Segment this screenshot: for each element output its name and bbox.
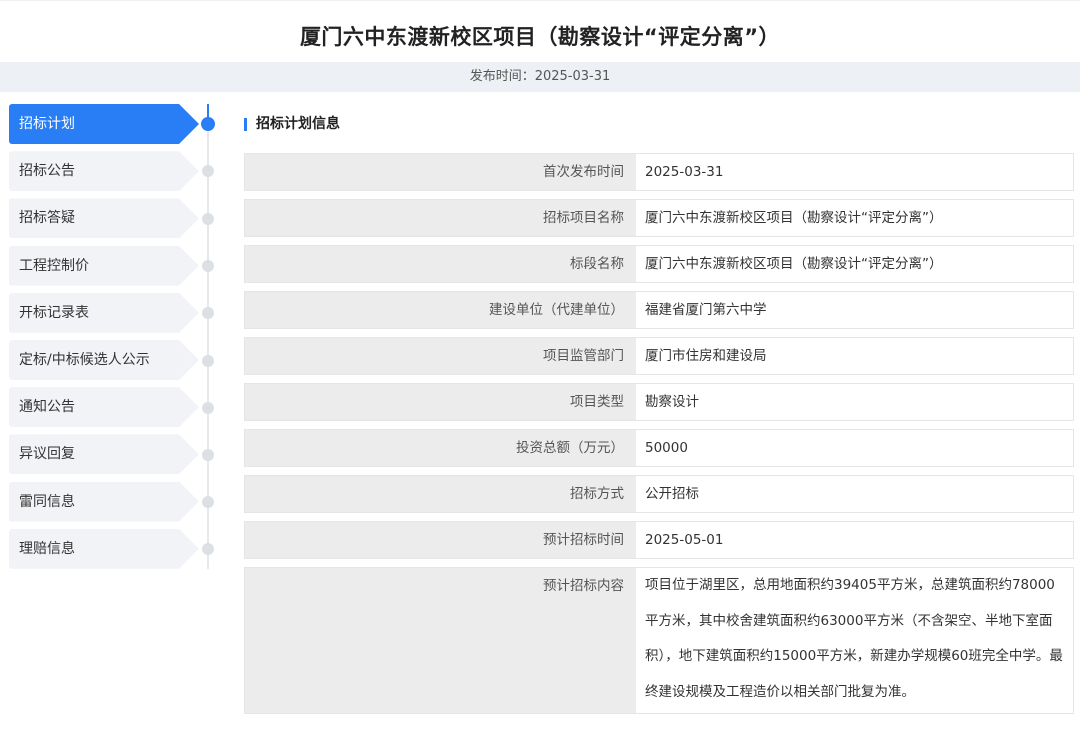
info-value: 厦门六中东渡新校区项目（勘察设计“评定分离”） xyxy=(636,200,1073,236)
timeline-dot-active xyxy=(201,117,215,131)
timeline-dot xyxy=(202,260,214,272)
info-value: 公开招标 xyxy=(636,476,1073,512)
info-value: 厦门六中东渡新校区项目（勘察设计“评定分离”） xyxy=(636,246,1073,282)
sidebar-item-claim-info[interactable]: 理赔信息 xyxy=(9,528,199,569)
info-key: 项目监管部门 xyxy=(245,338,636,374)
sidebar-item-similarity-info[interactable]: 雷同信息 xyxy=(9,481,199,522)
info-key: 招标方式 xyxy=(245,476,636,512)
info-key: 项目类型 xyxy=(245,384,636,420)
sidebar-item-label: 工程控制价 xyxy=(19,257,89,274)
section-title: 招标计划信息 xyxy=(244,115,340,133)
info-row: 预计招标时间 2025-05-01 xyxy=(244,521,1074,559)
page-header: 厦门六中东渡新校区项目（勘察设计“评定分离”） xyxy=(0,0,1080,62)
sidebar-item-control-price[interactable]: 工程控制价 xyxy=(9,245,199,286)
timeline-dot xyxy=(202,449,214,461)
info-key: 首次发布时间 xyxy=(245,154,636,190)
sidebar-item-label: 招标答疑 xyxy=(19,210,75,227)
sidebar-item-opening-record[interactable]: 开标记录表 xyxy=(9,292,199,333)
info-key: 预计招标内容 xyxy=(245,568,636,713)
publish-bar: 发布时间：2025-03-31 xyxy=(0,62,1080,92)
info-row: 投资总额（万元） 50000 xyxy=(244,429,1074,467)
timeline-dot xyxy=(202,355,214,367)
sidebar-item-notifications[interactable]: 通知公告 xyxy=(9,387,199,428)
info-row: 招标方式 公开招标 xyxy=(244,475,1074,513)
info-key: 预计招标时间 xyxy=(245,522,636,558)
sidebar-item-label: 开标记录表 xyxy=(19,304,89,321)
sidebar-item-label: 招标计划 xyxy=(19,116,75,132)
info-row: 项目监管部门 厦门市住房和建设局 xyxy=(244,337,1074,375)
timeline-dot xyxy=(202,213,214,225)
sidebar-item-label: 异议回复 xyxy=(19,446,75,463)
sidebar-item-label: 通知公告 xyxy=(19,399,75,416)
sidebar-item-bid-notice[interactable]: 招标公告 xyxy=(9,151,199,192)
info-value: 勘察设计 xyxy=(636,384,1073,420)
sidebar-item-label: 理赔信息 xyxy=(19,540,75,557)
page-title: 厦门六中东渡新校区项目（勘察设计“评定分离”） xyxy=(299,25,781,49)
publish-label: 发布时间： xyxy=(469,69,535,84)
info-row: 建设单位（代建单位） 福建省厦门第六中学 xyxy=(244,291,1074,329)
sidebar-item-label: 定标/中标候选人公示 xyxy=(19,351,150,368)
info-value: 厦门市住房和建设局 xyxy=(636,338,1073,374)
sidebar-item-bid-plan[interactable]: 招标计划 xyxy=(9,104,199,144)
sidebar-item-award-publicity[interactable]: 定标/中标候选人公示 xyxy=(9,339,199,380)
info-key: 建设单位（代建单位） xyxy=(245,292,636,328)
info-key: 标段名称 xyxy=(245,246,636,282)
info-value: 2025-05-01 xyxy=(636,522,1073,558)
timeline-dot xyxy=(202,307,214,319)
sidebar-item-objection-reply[interactable]: 异议回复 xyxy=(9,434,199,475)
info-row: 招标项目名称 厦门六中东渡新校区项目（勘察设计“评定分离”） xyxy=(244,199,1074,237)
info-row: 项目类型 勘察设计 xyxy=(244,383,1074,421)
timeline-dot xyxy=(202,165,214,177)
info-row: 标段名称 厦门六中东渡新校区项目（勘察设计“评定分离”） xyxy=(244,245,1074,283)
sidebar-item-bid-qa[interactable]: 招标答疑 xyxy=(9,198,199,239)
sidebar-item-label: 招标公告 xyxy=(19,163,75,180)
info-value: 2025-03-31 xyxy=(636,154,1073,190)
timeline-dot xyxy=(202,402,214,414)
info-value-content: 项目位于湖里区，总用地面积约39405平方米，总建筑面积约78000平方米，其中… xyxy=(636,568,1073,713)
sidebar-nav: 招标计划 招标公告 招标答疑 工程控制价 开标记录表 定标/中标候选人公示 通知… xyxy=(9,104,199,576)
info-value: 福建省厦门第六中学 xyxy=(636,292,1073,328)
timeline-dot xyxy=(202,496,214,508)
sidebar-item-label: 雷同信息 xyxy=(19,493,75,510)
info-table: 首次发布时间 2025-03-31 招标项目名称 厦门六中东渡新校区项目（勘察设计“… xyxy=(244,153,1074,722)
publish-date: 2025-03-31 xyxy=(534,69,611,84)
info-row: 首次发布时间 2025-03-31 xyxy=(244,153,1074,191)
info-value: 50000 xyxy=(636,430,1073,466)
timeline-dot xyxy=(202,543,214,555)
info-row-content: 预计招标内容 项目位于湖里区，总用地面积约39405平方米，总建筑面积约78000… xyxy=(244,567,1074,714)
info-key: 招标项目名称 xyxy=(245,200,636,236)
info-key: 投资总额（万元） xyxy=(245,430,636,466)
